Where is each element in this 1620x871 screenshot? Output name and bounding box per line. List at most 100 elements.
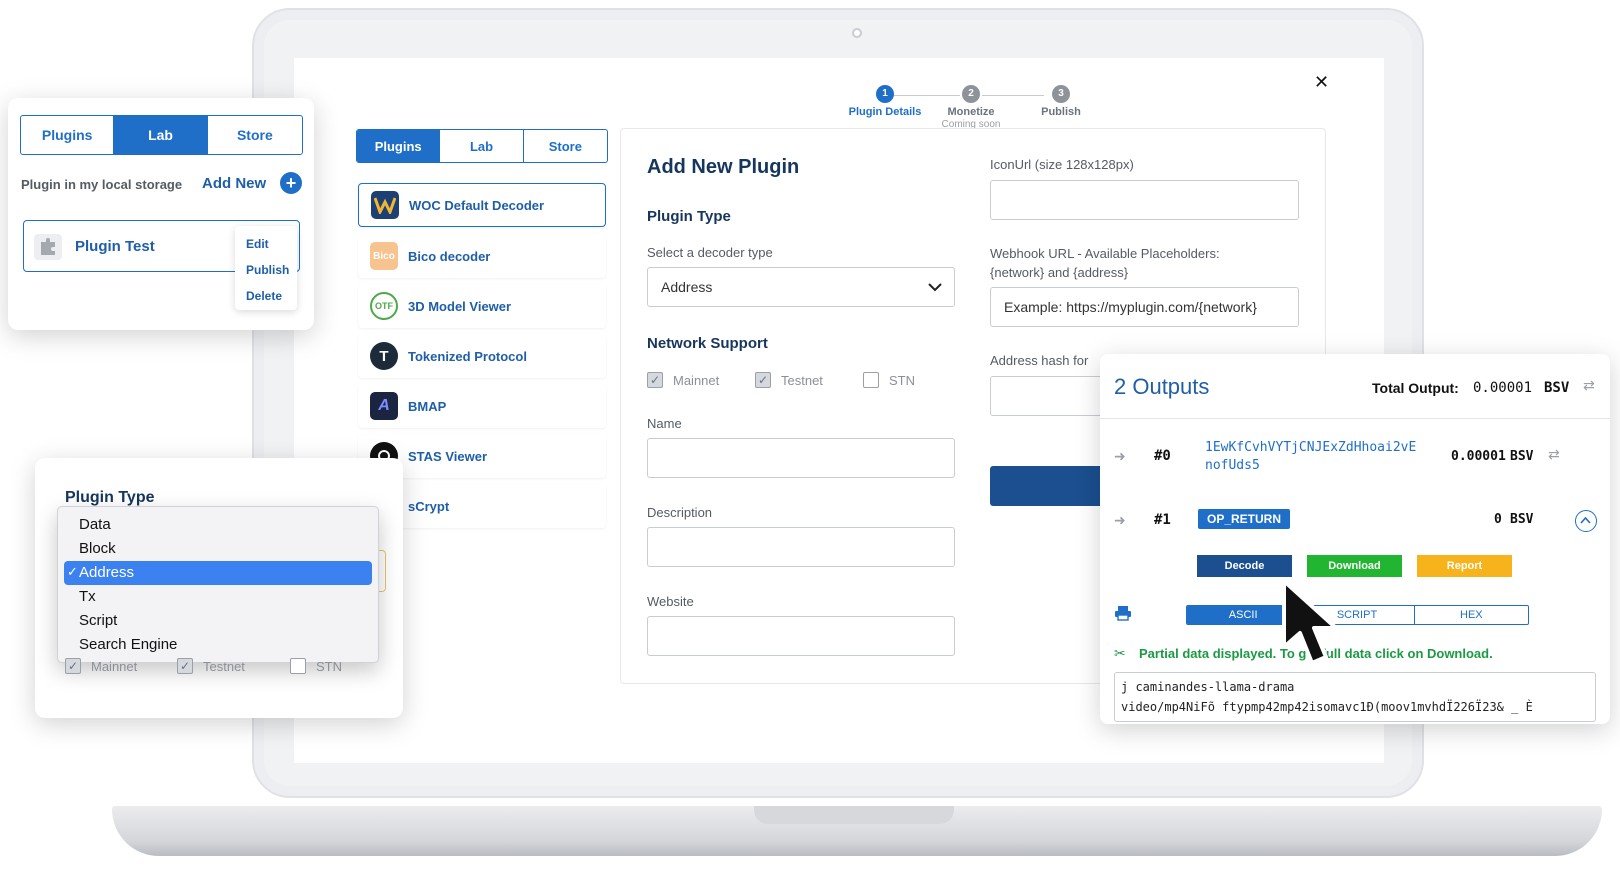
- scissors-icon: ✂: [1114, 645, 1126, 661]
- output-1-index: #1: [1154, 512, 1171, 528]
- webhook-url-input[interactable]: Example: https://myplugin.com/{network}: [990, 287, 1299, 327]
- icon-url-input[interactable]: [990, 180, 1299, 220]
- output-1-amount: 0: [1494, 512, 1502, 527]
- report-button[interactable]: Report: [1417, 555, 1512, 577]
- bmap-logo-icon: A: [370, 392, 398, 420]
- checkbox-box[interactable]: ✓: [65, 658, 81, 674]
- add-new-link[interactable]: Add New: [202, 175, 266, 192]
- checkbox-label: Mainnet: [673, 372, 720, 388]
- step-3-number[interactable]: 3: [1052, 85, 1070, 103]
- download-button[interactable]: Download: [1307, 555, 1402, 577]
- option-tx[interactable]: Tx: [79, 588, 96, 605]
- menu-item-publish[interactable]: Publish: [246, 263, 289, 277]
- step-3-label[interactable]: Publish: [1016, 106, 1106, 118]
- plugin-label: BMAP: [408, 398, 447, 414]
- checkbox-stn[interactable]: STN: [863, 372, 915, 388]
- total-output-value: 0.00001: [1473, 380, 1533, 396]
- option-search-engine[interactable]: Search Engine: [79, 636, 177, 653]
- collapse-icon[interactable]: [1575, 510, 1597, 532]
- decoder-type-label: Select a decoder type: [647, 245, 773, 260]
- step-1-number[interactable]: 1: [876, 85, 894, 103]
- type-card-checkbox-testnet[interactable]: ✓ Testnet: [177, 658, 245, 674]
- step-1-label[interactable]: Plugin Details: [840, 106, 930, 118]
- submit-button[interactable]: [990, 466, 1110, 506]
- type-card-checkbox-mainnet[interactable]: ✓ Mainnet: [65, 658, 137, 674]
- tokenized-logo-icon: T: [370, 342, 398, 370]
- output-0-address-line-1[interactable]: 1EwKfCvhVYTjCNJExZdHhoai2vE: [1205, 440, 1416, 455]
- network-support-heading: Network Support: [647, 335, 768, 352]
- website-input[interactable]: [647, 616, 955, 656]
- option-data[interactable]: Data: [79, 516, 111, 533]
- menu-item-edit[interactable]: Edit: [246, 237, 269, 251]
- outputs-card: [1100, 354, 1610, 724]
- checkbox-box[interactable]: ✓: [177, 658, 193, 674]
- website-label: Website: [647, 594, 694, 609]
- address-hash-label: Address hash for: [990, 353, 1089, 368]
- plugin-item-bico-decoder[interactable]: Bico Bico decoder: [358, 234, 606, 278]
- checkbox-mainnet-box[interactable]: ✓: [647, 372, 663, 388]
- lab-tab-plugins[interactable]: Plugins: [21, 116, 115, 154]
- plugin-item-3d-model-viewer[interactable]: OTF 3D Model Viewer: [358, 284, 606, 328]
- address-hash-input[interactable]: [990, 376, 1110, 416]
- add-icon[interactable]: +: [280, 172, 302, 194]
- outputs-title: 2 Outputs: [1114, 374, 1210, 399]
- swap-icon[interactable]: ⇄: [1583, 377, 1595, 394]
- checkbox-testnet-box[interactable]: ✓: [755, 372, 771, 388]
- plugin-label: 3D Model Viewer: [408, 298, 512, 314]
- select-edge: [378, 550, 386, 592]
- form-title: Add New Plugin: [647, 156, 800, 178]
- plugin-label: WOC Default Decoder: [409, 197, 545, 213]
- plugin-label: STAS Viewer: [408, 448, 487, 464]
- plugin-type-heading: Plugin Type: [647, 208, 731, 225]
- printer-icon[interactable]: [1114, 605, 1132, 626]
- close-icon[interactable]: ✕: [1314, 72, 1329, 93]
- plugin-label: Tokenized Protocol: [408, 348, 527, 364]
- tab-lab[interactable]: Lab: [440, 130, 524, 162]
- plugin-label: Bico decoder: [408, 248, 491, 264]
- puzzle-icon: [34, 234, 62, 260]
- name-input[interactable]: [647, 438, 955, 478]
- step-2-number[interactable]: 2: [962, 85, 980, 103]
- decode-button[interactable]: Decode: [1197, 555, 1292, 577]
- checkbox-testnet[interactable]: ✓ Testnet: [755, 372, 823, 388]
- step-2-label[interactable]: Monetize: [926, 106, 1016, 118]
- decoder-type-dropdown: Data Block ✓ Address Tx Script Search En…: [57, 506, 379, 663]
- plugin-item-tokenized-protocol[interactable]: T Tokenized Protocol: [358, 334, 606, 378]
- checkbox-label: Mainnet: [91, 658, 138, 674]
- tab-plugins[interactable]: Plugins: [357, 130, 441, 162]
- output-0-address-line-2[interactable]: nofUds5: [1205, 458, 1260, 473]
- 3d-logo-icon: OTF: [370, 292, 398, 320]
- view-hex[interactable]: HEX: [1415, 606, 1528, 624]
- option-address[interactable]: Address: [79, 564, 134, 581]
- checkbox-mainnet[interactable]: ✓ Mainnet: [647, 372, 719, 388]
- data-preview-box[interactable]: j caminandes-llama-drama video/mp4NiFõ f…: [1114, 672, 1596, 722]
- swap-icon[interactable]: ⇄: [1548, 446, 1560, 463]
- name-label: Name: [647, 416, 682, 431]
- view-mode-tabs: ASCII SCRIPT HEX: [1186, 605, 1529, 625]
- lab-tab-store[interactable]: Store: [208, 116, 302, 154]
- webhook-label-line-1: Webhook URL - Available Placeholders:: [990, 246, 1220, 261]
- plugin-test-name: Plugin Test: [75, 238, 155, 255]
- decoder-type-value: Address: [661, 279, 713, 295]
- checkbox-stn-box[interactable]: [863, 372, 879, 388]
- lab-card-tabs: Plugins Lab Store: [20, 115, 303, 155]
- lab-tab-lab[interactable]: Lab: [114, 116, 208, 154]
- plugin-item-woc-default-decoder[interactable]: WOC Default Decoder: [358, 183, 606, 227]
- total-output-label: Total Output:: [1372, 380, 1459, 396]
- description-label: Description: [647, 505, 713, 520]
- data-line-1: j caminandes-llama-drama: [1121, 680, 1295, 694]
- plugin-item-bmap[interactable]: A BMAP: [358, 384, 606, 428]
- plugin-label: sCrypt: [408, 498, 450, 514]
- tab-store[interactable]: Store: [524, 130, 607, 162]
- bico-logo-icon: Bico: [370, 242, 398, 270]
- option-script[interactable]: Script: [79, 612, 117, 629]
- woc-logo-icon: [371, 191, 399, 219]
- menu-item-delete[interactable]: Delete: [246, 289, 282, 303]
- decoder-type-select[interactable]: Address: [647, 267, 955, 307]
- main-tabs: Plugins Lab Store: [356, 129, 608, 163]
- type-card-checkbox-stn[interactable]: STN: [290, 658, 342, 674]
- description-input[interactable]: [647, 527, 955, 567]
- checkbox-box[interactable]: [290, 658, 306, 674]
- webhook-placeholder: Example: https://myplugin.com/{network}: [1004, 299, 1257, 315]
- option-block[interactable]: Block: [79, 540, 116, 557]
